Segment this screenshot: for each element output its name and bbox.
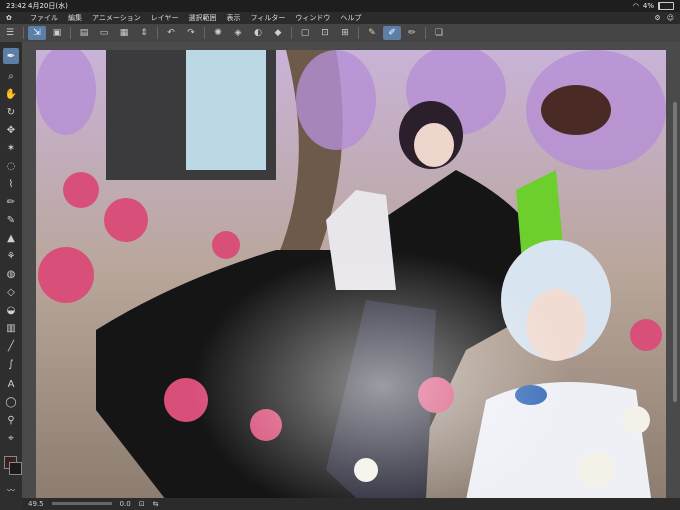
select-tool-icon[interactable]: ⇲ [28, 26, 46, 40]
zoom-value[interactable]: 49.5 [28, 498, 44, 510]
menu-filter[interactable]: フィルター [246, 12, 291, 24]
status-date: 4月20日(水) [28, 2, 68, 10]
wand-icon[interactable]: ✶ [3, 140, 19, 156]
wifi-icon: ◠ [632, 2, 639, 10]
pen-icon[interactable]: ✎ [363, 26, 381, 40]
text-icon[interactable]: A [3, 376, 19, 392]
vertical-scrollbar[interactable] [673, 102, 677, 402]
command-bar: ☰ ⇲ ▣ ▤ ▭ ▦ ⇕ ↶ ↷ ✺ ◈ ◐ ◆ ▢ ⊡ ⊞ ✎ ✐ ✏ ❏ [0, 24, 680, 42]
save-icon[interactable]: ▦ [115, 26, 133, 40]
menu-icon[interactable]: ☰ [1, 26, 19, 40]
new-file-icon[interactable]: ▤ [75, 26, 93, 40]
tool-palette: ✒ ⌕ ✋ ↻ ✥ ✶ ◌ ⌇ ✏ ✎ ▲ ⚘ ◍ ◇ ◒ ▥ ╱ ∫ A ◯ … [0, 42, 22, 510]
undo-icon[interactable]: ↶ [162, 26, 180, 40]
menu-bar: ✿ ファイル 編集 アニメーション レイヤー 選択範囲 表示 フィルター ウィン… [0, 12, 680, 24]
zoom-slider[interactable] [51, 502, 112, 505]
eraser-icon[interactable]: ◇ [3, 284, 19, 300]
eyedropper-icon[interactable]: ⌇ [3, 176, 19, 192]
artwork-canvas[interactable] [36, 50, 666, 498]
battery-icon [658, 2, 674, 10]
transparent-color-icon[interactable]: 〰 [3, 482, 19, 498]
line-icon[interactable]: ╱ [3, 338, 19, 354]
divider [204, 27, 205, 39]
menu-selection[interactable]: 選択範囲 [184, 12, 222, 24]
divider [70, 27, 71, 39]
transform-icon[interactable]: ✺ [209, 26, 227, 40]
status-right: ◠ 4% [633, 0, 674, 12]
open-icon[interactable]: ▭ [95, 26, 113, 40]
balloon-icon[interactable]: ◯ [3, 394, 19, 410]
menu-window[interactable]: ウィンドウ [290, 12, 335, 24]
divider [291, 27, 292, 39]
hand-icon[interactable]: ✋ [3, 86, 19, 102]
user-icon[interactable]: ☺ [667, 12, 674, 24]
divider [425, 27, 426, 39]
angle-value[interactable]: 0.0 [120, 498, 131, 510]
navigator-bar: 49.5 0.0 ⊡ ⇆ [22, 498, 680, 510]
airbrush-icon[interactable]: ⚘ [3, 248, 19, 264]
eraser-icon[interactable]: ✏ [403, 26, 421, 40]
divider [157, 27, 158, 39]
divider [358, 27, 359, 39]
menu-app-icon[interactable]: ✿ [0, 12, 25, 24]
bucket-icon[interactable]: ◒ [3, 302, 19, 318]
light-glow [36, 50, 666, 498]
clear-icon[interactable]: ◐ [249, 26, 267, 40]
pencil-icon[interactable]: ✏ [3, 194, 19, 210]
curve-icon[interactable]: ∫ [3, 356, 19, 372]
menu-layer[interactable]: レイヤー [146, 12, 184, 24]
flip-icon[interactable]: ⇆ [153, 498, 159, 510]
crop-icon[interactable]: ⊡ [316, 26, 334, 40]
canvas-area[interactable] [22, 42, 680, 498]
zoom-icon[interactable]: ⌕ [3, 68, 19, 84]
rotate-icon[interactable]: ↻ [3, 104, 19, 120]
canvas-icon[interactable]: ▣ [48, 26, 66, 40]
gradient-icon[interactable]: ▥ [3, 320, 19, 336]
brush-icon[interactable]: ✐ [383, 26, 401, 40]
pen-icon[interactable]: ✒ [3, 48, 19, 64]
fill-icon[interactable]: ◈ [229, 26, 247, 40]
menu-right-icons: ⚙ ☺ [654, 12, 674, 24]
move-icon[interactable]: ✥ [3, 122, 19, 138]
status-time: 23:42 [6, 2, 27, 10]
ios-status-bar: 23:42 4月20日(水) ◠ 4% [0, 0, 680, 12]
menu-help[interactable]: ヘルプ [335, 12, 366, 24]
menu-edit[interactable]: 編集 [63, 12, 87, 24]
settings-icon[interactable]: ⚙ [654, 12, 660, 24]
redo-icon[interactable]: ↷ [182, 26, 200, 40]
cut-icon[interactable]: ◆ [269, 26, 287, 40]
divider [23, 27, 24, 39]
ruler-icon[interactable]: ⚲ [3, 412, 19, 428]
lasso-icon[interactable]: ◌ [3, 158, 19, 174]
fill-icon[interactable]: ▲ [3, 230, 19, 246]
menu-file[interactable]: ファイル [25, 12, 63, 24]
brush-icon[interactable]: ✎ [3, 212, 19, 228]
layer-icon[interactable]: ❏ [430, 26, 448, 40]
operation-icon[interactable]: ⌖ [3, 430, 19, 446]
battery-percent: 4% [642, 2, 654, 10]
main-color-chip[interactable] [9, 462, 22, 475]
grid-icon[interactable]: ⊞ [336, 26, 354, 40]
deselect-icon[interactable]: ▢ [296, 26, 314, 40]
spinner-icon[interactable]: ⇕ [135, 26, 153, 40]
blend-icon[interactable]: ◍ [3, 266, 19, 282]
fit-icon[interactable]: ⊡ [139, 498, 145, 510]
menu-animation[interactable]: アニメーション [87, 12, 146, 24]
menu-view[interactable]: 表示 [222, 12, 246, 24]
